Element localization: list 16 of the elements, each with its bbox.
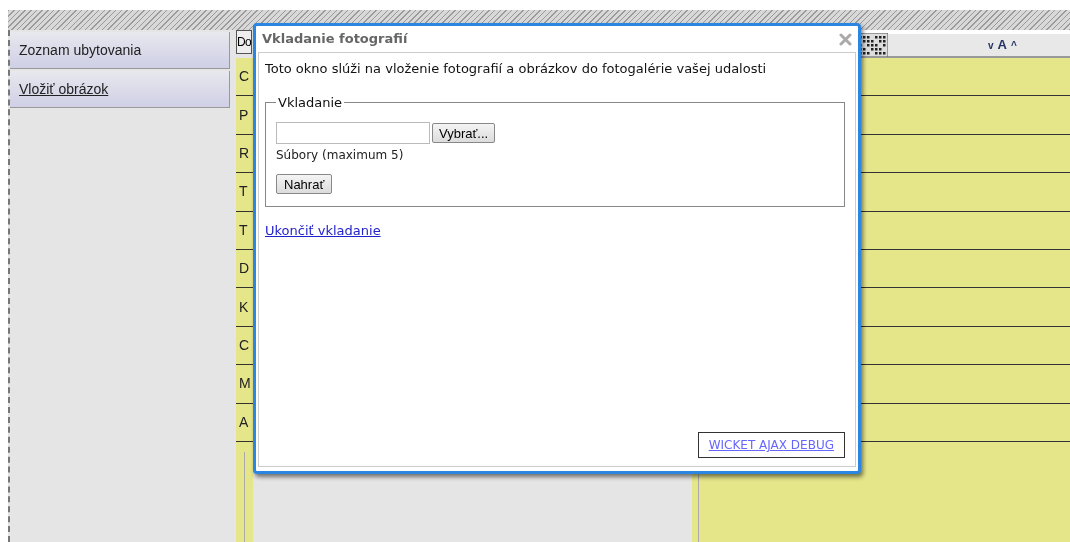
finish-upload-link[interactable]: Ukončiť vkladanie (265, 221, 381, 241)
dialog-title: Vkladanie fotografií (262, 30, 408, 49)
ajax-debug-link[interactable]: WICKET AJAX DEBUG (697, 432, 845, 458)
file-limit-hint: Súbory (maximum 5) (276, 147, 405, 164)
font-size-control[interactable]: v (988, 37, 994, 53)
sidebar-link[interactable]: Vložiť obrázok (10, 71, 230, 108)
sidebar-item[interactable]: Zoznam ubytovania (10, 32, 230, 69)
font-size-control[interactable]: ^ (1010, 37, 1017, 53)
file-input-field[interactable] (276, 122, 430, 144)
fieldset-legend: Vkladanie (276, 92, 345, 112)
browse-button[interactable]: Vybrať... (432, 123, 496, 143)
list-header: Do (236, 30, 253, 54)
close-icon[interactable] (839, 32, 852, 46)
font-size-control[interactable]: A (997, 35, 1007, 55)
upload-button[interactable]: Nahrať (276, 174, 333, 194)
dialog-description: Toto okno slúži na vloženie fotografií a obrázkov do fotogalérie vašej udalosti (265, 60, 768, 78)
